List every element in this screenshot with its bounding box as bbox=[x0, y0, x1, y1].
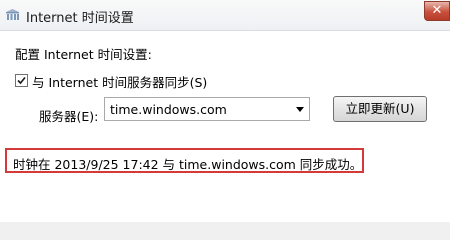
status-highlight: 时钟在 2013/9/25 17:42 与 time.windows.com 同… bbox=[5, 148, 364, 173]
settings-panel: 配置 Internet 时间设置: 与 Internet 时间服务器同步(S) … bbox=[0, 31, 450, 222]
sync-checkbox-label[interactable]: 与 Internet 时间服务器同步(S) bbox=[32, 72, 207, 91]
chevron-down-icon[interactable] bbox=[296, 107, 304, 112]
server-combobox[interactable]: time.windows.com bbox=[104, 97, 310, 121]
close-icon: ✕ bbox=[431, 3, 443, 18]
update-now-button[interactable]: 立即更新(U) bbox=[333, 96, 427, 122]
checkmark-icon bbox=[17, 76, 26, 85]
server-value: time.windows.com bbox=[110, 102, 227, 117]
sync-checkbox[interactable] bbox=[15, 74, 28, 87]
sync-status-message: 时钟在 2013/9/25 17:42 与 time.windows.com 同… bbox=[13, 157, 363, 172]
config-heading: 配置 Internet 时间设置: bbox=[15, 47, 152, 62]
close-button[interactable]: ✕ bbox=[424, 1, 450, 21]
server-label: 服务器(E): bbox=[39, 109, 99, 124]
internet-time-icon bbox=[6, 9, 19, 21]
title-bar: Internet 时间设置 ✕ bbox=[0, 0, 450, 31]
window-title: Internet 时间设置 bbox=[26, 11, 134, 26]
